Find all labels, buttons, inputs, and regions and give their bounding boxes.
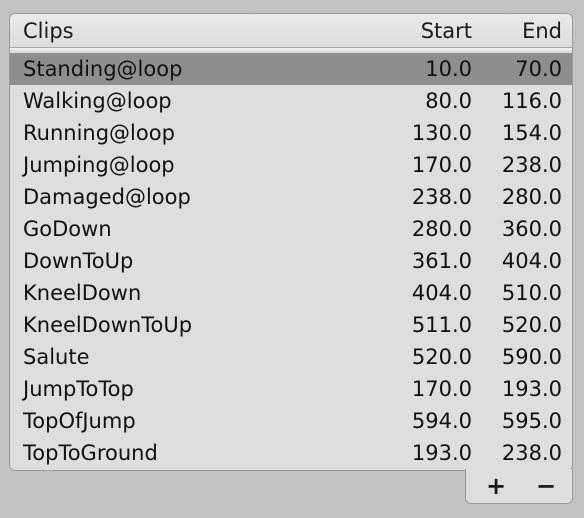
clip-start-frame: 594.0 [411,409,472,433]
clip-end-frame: 154.0 [501,121,562,145]
clip-row[interactable]: Walking@loop 80.0 116.0 [10,85,572,117]
clip-row[interactable]: Standing@loop 10.0 70.0 [10,53,572,85]
clip-start-frame: 130.0 [411,121,472,145]
clip-start-frame: 361.0 [411,249,472,273]
clip-end-frame: 238.0 [501,153,562,177]
clip-row[interactable]: TopOfJump 594.0 595.0 [10,405,572,437]
clip-row[interactable]: KneelDown 404.0 510.0 [10,277,572,309]
clip-end-frame: 404.0 [501,249,562,273]
clip-row[interactable]: Running@loop 130.0 154.0 [10,117,572,149]
clip-row[interactable]: Jumping@loop 170.0 238.0 [10,149,572,181]
clip-end-frame: 590.0 [501,345,562,369]
clips-list-panel: Clips Start End Standing@loop 10.0 70.0 Wal… [9,13,573,471]
clip-name: Running@loop [23,121,175,145]
clip-end-frame: 510.0 [501,281,562,305]
clip-end-frame: 520.0 [501,313,562,337]
clip-name: KneelDownToUp [23,313,193,337]
clip-start-frame: 520.0 [411,345,472,369]
clips-editor: Clips Start End Standing@loop 10.0 70.0 Wal… [0,0,584,518]
clip-start-frame: 511.0 [411,313,472,337]
clip-name: Damaged@loop [23,185,191,209]
clip-start-frame: 238.0 [411,185,472,209]
clip-row[interactable]: GoDown 280.0 360.0 [10,213,572,245]
clip-row[interactable]: JumpToTop 170.0 193.0 [10,373,572,405]
clip-row[interactable]: Damaged@loop 238.0 280.0 [10,181,572,213]
clip-start-frame: 170.0 [411,377,472,401]
clip-start-frame: 404.0 [411,281,472,305]
clip-name: JumpToTop [23,377,134,401]
clip-start-frame: 80.0 [425,89,472,113]
clip-row[interactable]: KneelDownToUp 511.0 520.0 [10,309,572,341]
clip-name: TopOfJump [23,409,136,433]
clip-row[interactable]: TopToGround 193.0 238.0 [10,437,572,469]
clip-row[interactable]: Salute 520.0 590.0 [10,341,572,373]
clip-name: TopToGround [23,441,158,465]
list-footer-toolbar: + − [465,469,573,504]
clips-list-header: Clips Start End [10,14,572,48]
clip-start-frame: 193.0 [411,441,472,465]
add-clip-button[interactable]: + [478,473,514,499]
clip-end-frame: 70.0 [515,57,562,81]
clips-list: Standing@loop 10.0 70.0 Walking@loop 80.0 116… [10,53,572,469]
clip-row[interactable]: DownToUp 361.0 404.0 [10,245,572,277]
remove-clip-button[interactable]: − [528,473,564,499]
clip-name: KneelDown [23,281,142,305]
end-column-header: End [522,19,562,43]
clip-end-frame: 193.0 [501,377,562,401]
clip-name: Salute [23,345,90,369]
clip-start-frame: 170.0 [411,153,472,177]
clip-end-frame: 116.0 [501,89,562,113]
clip-end-frame: 280.0 [501,185,562,209]
clip-name: DownToUp [23,249,134,273]
clip-end-frame: 360.0 [501,217,562,241]
clip-name: Walking@loop [23,89,172,113]
clip-start-frame: 280.0 [411,217,472,241]
start-column-header: Start [420,19,472,43]
clip-start-frame: 10.0 [425,57,472,81]
clip-name: Jumping@loop [23,153,175,177]
clip-end-frame: 238.0 [501,441,562,465]
clip-name: GoDown [23,217,112,241]
clip-name: Standing@loop [23,57,183,81]
clip-end-frame: 595.0 [501,409,562,433]
clips-column-header: Clips [23,19,74,43]
